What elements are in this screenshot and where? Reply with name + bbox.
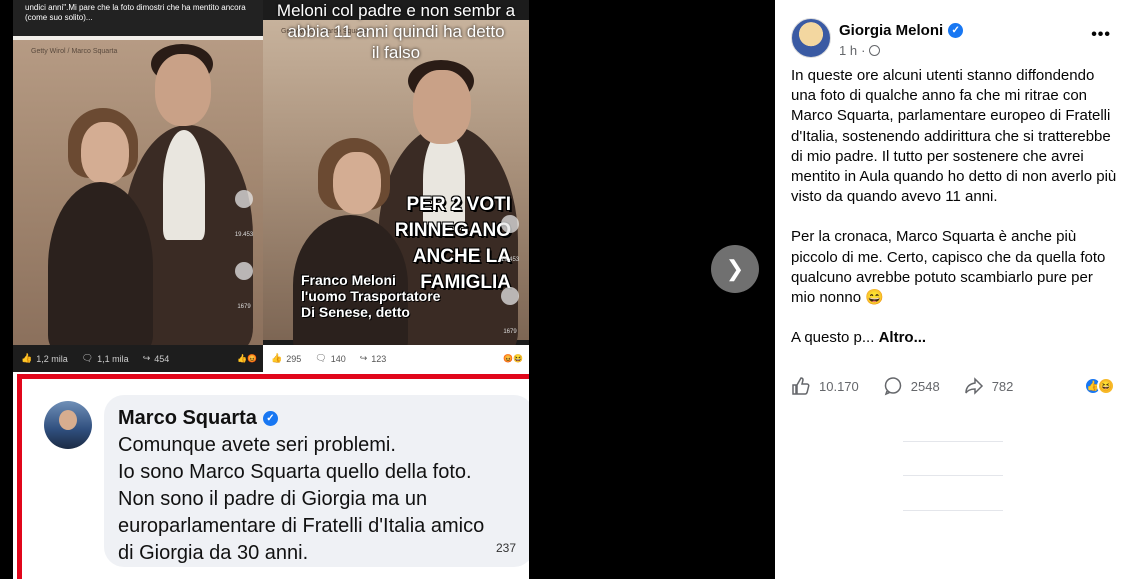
see-more-link[interactable]: Altro... (879, 329, 927, 346)
like-button[interactable]: 10.170 (791, 376, 859, 396)
comment-line: Comunque avete seri problemi. (118, 434, 396, 456)
globe-icon (869, 45, 881, 56)
comment-line: di Giorgia da 30 anni. (118, 542, 309, 564)
reaction-bar-left: 👍 1,2 mila 🗨 1,1 mila ↪ 454 👍😡 (13, 345, 263, 372)
comment-count: 🗨 140 (315, 353, 346, 364)
comment-author-name: Marco Squarta (118, 407, 257, 429)
truncated-text: A questo p... (791, 329, 875, 347)
comment-icon (235, 262, 253, 280)
side-count: 1679 (503, 329, 517, 335)
top-caption-line: abbia 11 anni quindi ha detto (287, 22, 505, 41)
post-author: Giorgia Meloni ✓ (839, 22, 964, 39)
comment-count: 2548 (910, 378, 940, 394)
thumbs-up-icon (792, 377, 810, 395)
post-header: Giorgia Meloni ✓ 1 h · (791, 18, 964, 58)
man-face (155, 54, 211, 126)
more-options-button[interactable]: ••• (1091, 26, 1111, 44)
share-button[interactable]: 782 (964, 376, 1014, 396)
comment-button[interactable]: 2548 (883, 376, 940, 396)
heart-icon (235, 190, 253, 208)
photo-watermark: Getty Wirol / Marco Squarta (31, 48, 118, 55)
caption-text: undici anni".Mi pare che la foto dimostr… (21, 2, 251, 24)
reaction-emojis: 👍😡 (237, 354, 257, 363)
haha-reaction-icon: 😆 (1097, 377, 1115, 395)
comment-text: Comunque avete seri problemi. Io sono Ma… (118, 432, 520, 567)
heart-icon (501, 215, 519, 233)
comment-icon (501, 287, 519, 305)
like-count: 👍 1,2 mila (21, 353, 68, 364)
comment-author: Marco Squarta ✓ (118, 407, 520, 430)
share-icon (964, 377, 983, 395)
comment-icon (884, 377, 902, 396)
chevron-right-icon: ❯ (725, 256, 745, 281)
comment-count-value: 140 (330, 353, 346, 364)
post-text: In queste ore alcuni utenti stanno diffo… (791, 66, 1117, 368)
divider (903, 510, 1003, 511)
separator-dot: · (861, 43, 866, 58)
reaction-summary[interactable]: 👍 😆 (1084, 377, 1115, 395)
screenshot-panel-left: undici anni".Mi pare che la foto dimostr… (13, 0, 263, 372)
post-meta: 1 h · (839, 43, 963, 58)
next-photo-button[interactable]: ❯ (711, 245, 759, 293)
photo-left: Getty Wirol / Marco Squarta (13, 40, 263, 352)
comment-screenshot: Marco Squarta ✓ Comunque avete seri prob… (17, 374, 529, 579)
side-icons-left: 19.453 1679 (229, 190, 259, 310)
post-paragraph: In queste ore alcuni utenti stanno diffo… (791, 67, 1117, 206)
comment-count-value: 1,1 mila (97, 353, 129, 364)
screenshot-panel-right: Getty Wirol / Marco Squarta Meloni col p… (263, 0, 529, 372)
comment-reaction-count: 237 (495, 541, 516, 555)
share-count-value: 454 (154, 353, 170, 364)
video-top-caption: Meloni col padre e non sembr a abbia 11 … (263, 0, 529, 63)
man-shirt (163, 130, 205, 240)
woman-face (81, 122, 129, 184)
avatar[interactable] (791, 18, 831, 58)
like-count-value: 295 (286, 353, 302, 364)
comment-count: 🗨 1,1 mila (81, 353, 129, 364)
woman-figure (48, 182, 153, 352)
verified-badge-icon: ✓ (948, 23, 964, 38)
comment-line: europarlamentare di Fratelli d'Italia am… (118, 515, 485, 537)
man-face (413, 70, 471, 144)
reaction-emojis: 😡😆 (503, 354, 523, 363)
side-count: 1679 (237, 304, 251, 310)
share-count-value: 123 (371, 353, 387, 364)
comment-bubble: Marco Squarta ✓ Comunque avete seri prob… (104, 395, 529, 567)
post-timestamp[interactable]: 1 h (839, 43, 857, 58)
share-count: ↪ 123 (359, 353, 387, 364)
more-horizontal-icon: ••• (1091, 26, 1111, 43)
overlay-caption: Franco Meloni l'uomo Trasportatore Di Se… (301, 272, 441, 320)
divider (903, 475, 1003, 476)
share-count: 782 (991, 378, 1014, 394)
top-caption-line: Meloni col padre e non sembr a (276, 1, 516, 20)
post-panel: Giorgia Meloni ✓ 1 h · ••• In queste ore… (775, 0, 1131, 579)
post-image[interactable]: undici anni".Mi pare che la foto dimostr… (13, 0, 529, 579)
divider (903, 441, 1003, 442)
share-count: ↪ 454 (142, 353, 170, 364)
reaction-bar-right: 👍 295 🗨 140 ↪ 123 😡😆 (263, 345, 529, 372)
comment-line: Non sono il padre di Giorgia ma un (118, 488, 428, 510)
like-count-value: 1,2 mila (36, 353, 68, 364)
side-count: 19.453 (500, 257, 520, 263)
comment-line: Io sono Marco Squarta quello della foto. (118, 461, 472, 483)
post-actions: 10.170 2548 782 👍 😆 (791, 376, 1115, 396)
post-paragraph: Per la cronaca, Marco Squarta è anche pi… (791, 228, 1106, 307)
side-icons-right: 19.453 1679 (495, 215, 525, 335)
like-count: 10.170 (819, 378, 859, 394)
like-count: 👍 295 (271, 353, 302, 364)
author-name[interactable]: Giorgia Meloni (839, 22, 943, 39)
media-viewer: undici anni".Mi pare che la foto dimostr… (0, 0, 775, 579)
top-caption-line: il falso (371, 43, 421, 62)
post-paragraph: A questo p... Altro... (791, 328, 1117, 348)
verified-badge-icon: ✓ (262, 411, 278, 426)
avatar (44, 401, 92, 449)
side-count: 19.453 (234, 232, 254, 238)
